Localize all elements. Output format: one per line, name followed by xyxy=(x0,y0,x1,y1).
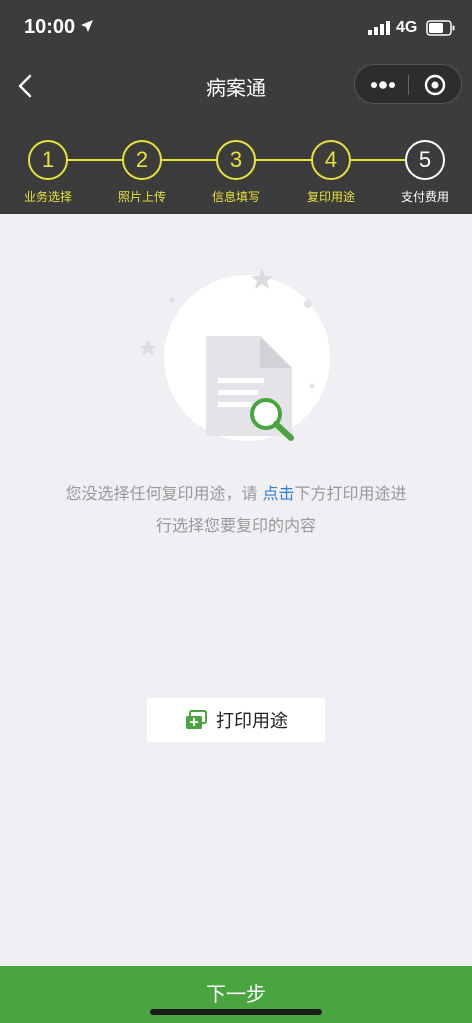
location-arrow-icon xyxy=(81,20,93,32)
step-number: 5 xyxy=(405,140,445,180)
step-label: 业务选择 xyxy=(23,190,72,204)
empty-message-part1: 您没选择任何复印用途，请 xyxy=(65,484,263,503)
header: 10:00 4G 病案通 1 业务选择 2 照片上传 3 信息填写 4 复印用途… xyxy=(0,0,472,214)
step-label: 支付费用 xyxy=(400,190,449,204)
print-use-label: 打印用途 xyxy=(216,711,288,732)
next-step-label: 下一步 xyxy=(206,982,266,1006)
battery-icon xyxy=(426,20,455,36)
miniprogram-capsule xyxy=(354,64,462,104)
progress-steps: 1 业务选择 2 照片上传 3 信息填写 4 复印用途 5 支付费用 xyxy=(0,140,472,210)
status-time: 10:00 xyxy=(24,16,76,38)
capsule-divider xyxy=(408,75,409,95)
step-label: 照片上传 xyxy=(117,190,166,204)
close-miniprogram-icon[interactable] xyxy=(423,73,447,97)
status-bar: 10:00 4G xyxy=(0,0,472,58)
step-5: 5 支付费用 xyxy=(380,140,470,205)
step-4: 4 复印用途 xyxy=(286,140,376,205)
step-1: 1 业务选择 xyxy=(3,140,93,205)
home-indicator xyxy=(150,1009,322,1015)
more-icon[interactable] xyxy=(369,76,397,94)
print-use-button[interactable]: 打印用途 xyxy=(147,698,325,742)
document-search-icon xyxy=(139,268,330,441)
signal-icon xyxy=(368,21,390,35)
step-number: 4 xyxy=(311,140,351,180)
empty-state-message: 您没选择任何复印用途，请 点击下方打印用途进行选择您要复印的内容 xyxy=(60,478,412,542)
click-link[interactable]: 点击 xyxy=(263,484,295,503)
step-number: 3 xyxy=(216,140,256,180)
print-icon xyxy=(186,710,207,729)
step-label: 信息填写 xyxy=(211,190,260,204)
step-2: 2 照片上传 xyxy=(97,140,187,205)
step-label: 复印用途 xyxy=(306,190,355,204)
nav-bar: 病案通 xyxy=(0,58,472,114)
step-number: 2 xyxy=(122,140,162,180)
step-3: 3 信息填写 xyxy=(191,140,281,205)
step-number: 1 xyxy=(28,140,68,180)
network-type: 4G xyxy=(396,19,418,36)
